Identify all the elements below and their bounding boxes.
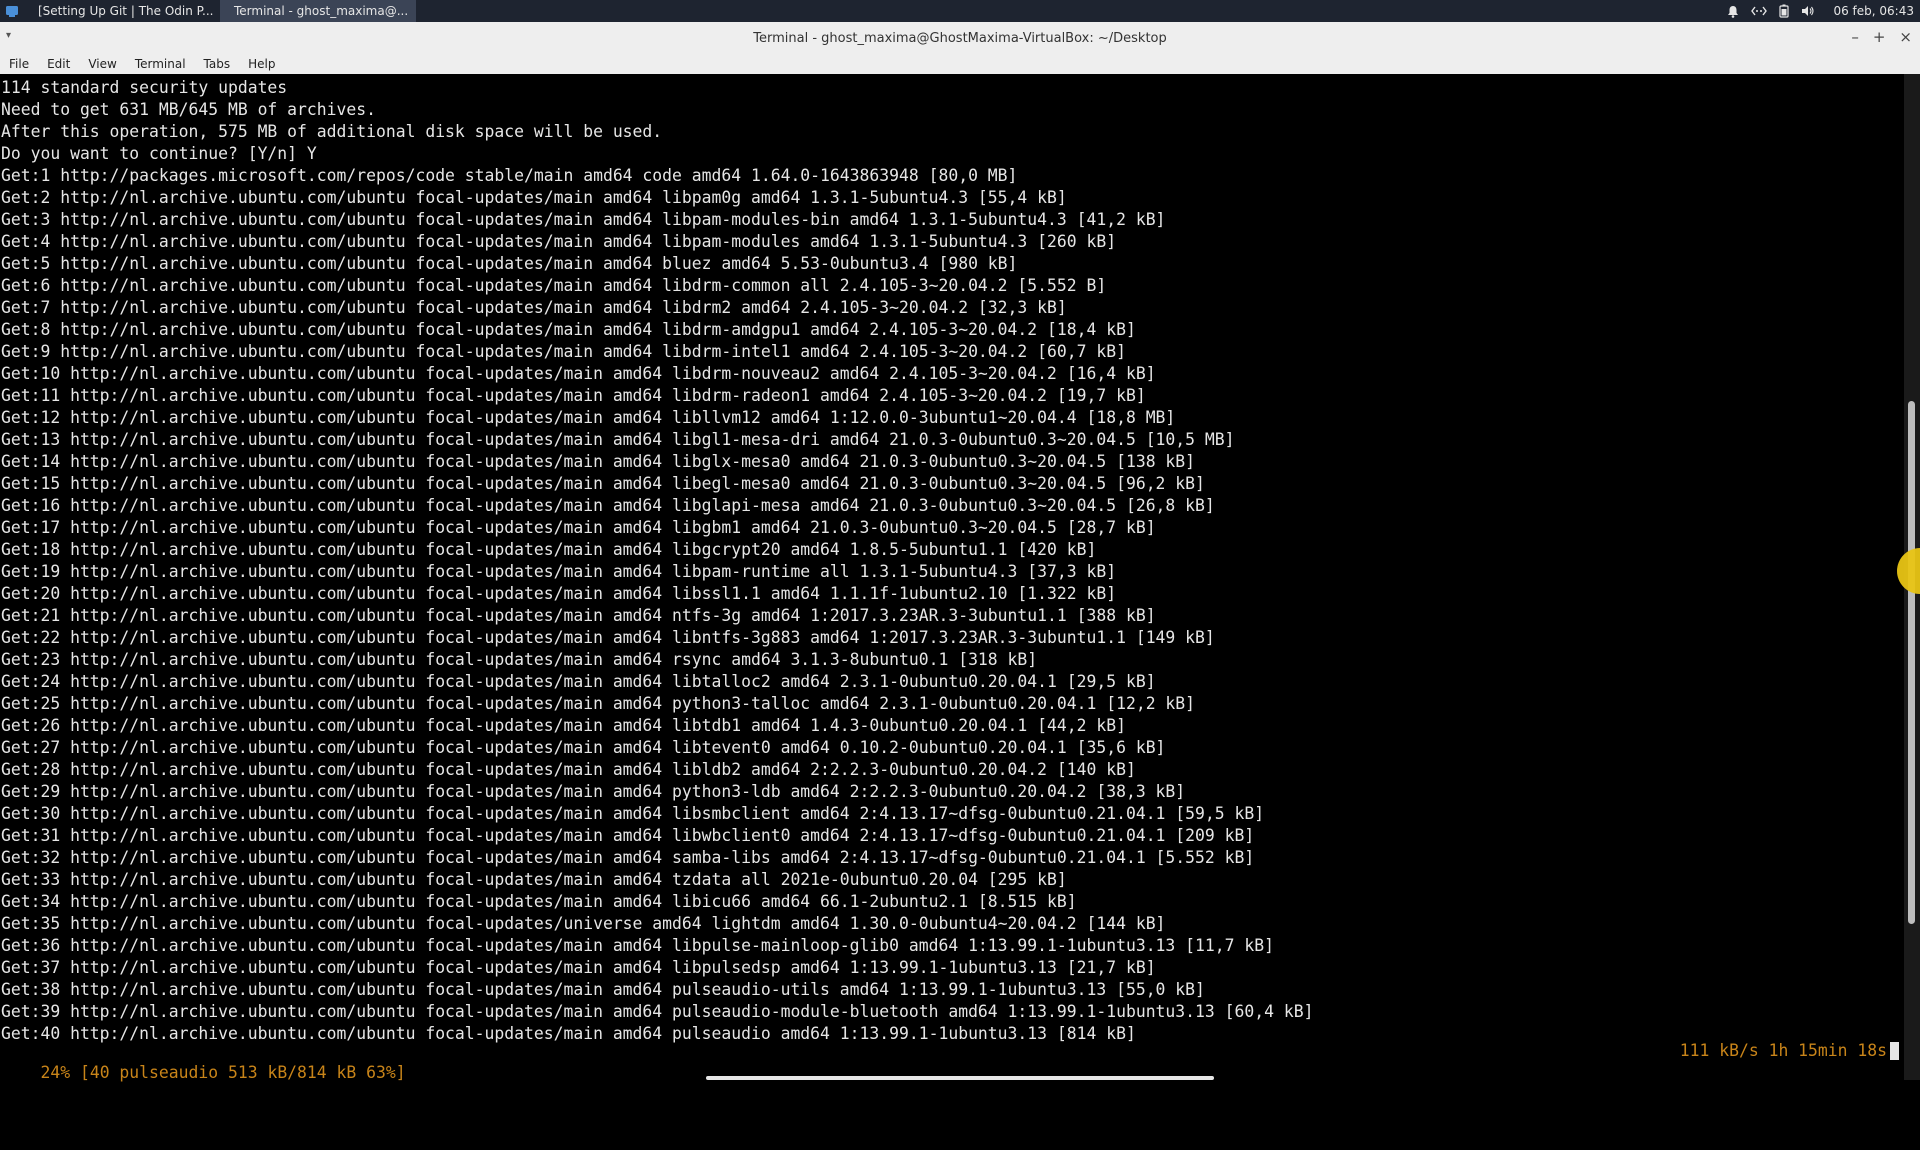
taskbar-item-terminal[interactable]: Terminal - ghost_maxima@...	[220, 0, 416, 22]
volume-icon[interactable]	[1801, 5, 1815, 17]
terminal-line: Get:20 http://nl.archive.ubuntu.com/ubun…	[1, 584, 1117, 603]
terminal-line: Get:28 http://nl.archive.ubuntu.com/ubun…	[1, 760, 1136, 779]
menu-view[interactable]: View	[79, 57, 125, 71]
terminal-line: Get:6 http://nl.archive.ubuntu.com/ubunt…	[1, 276, 1107, 295]
terminal-line: Get:36 http://nl.archive.ubuntu.com/ubun…	[1, 936, 1274, 955]
terminal-line: Get:10 http://nl.archive.ubuntu.com/ubun…	[1, 364, 1156, 383]
window-controls: – + ×	[1851, 28, 1912, 46]
menu-tabs[interactable]: Tabs	[195, 57, 240, 71]
taskbar-item-label: Terminal - ghost_maxima@...	[234, 4, 409, 18]
terminal-line: Get:19 http://nl.archive.ubuntu.com/ubun…	[1, 562, 1117, 581]
terminal-line: Get:1 http://packages.microsoft.com/repo…	[1, 166, 1018, 185]
terminal-output-area[interactable]: 114 standard security updates Need to get…	[0, 74, 1904, 1082]
terminal-line: Get:37 http://nl.archive.ubuntu.com/ubun…	[1, 958, 1156, 977]
terminal-line: Get:21 http://nl.archive.ubuntu.com/ubun…	[1, 606, 1156, 625]
menu-terminal[interactable]: Terminal	[126, 57, 195, 71]
menu-edit[interactable]: Edit	[38, 57, 79, 71]
window-menu-icon[interactable]: ▾	[6, 30, 11, 41]
taskbar-item-label: [Setting Up Git | The Odin P...	[38, 4, 214, 18]
top-panel: [Setting Up Git | The Odin P... Terminal…	[0, 0, 1920, 22]
menu-help[interactable]: Help	[239, 57, 284, 71]
terminal-line: Get:23 http://nl.archive.ubuntu.com/ubun…	[1, 650, 1038, 669]
terminal-line: Get:11 http://nl.archive.ubuntu.com/ubun…	[1, 386, 1146, 405]
terminal-line: Get:12 http://nl.archive.ubuntu.com/ubun…	[1, 408, 1176, 427]
panel-clock[interactable]: 06 feb, 06:43	[1833, 4, 1914, 18]
minimize-icon[interactable]: –	[1851, 28, 1859, 46]
terminal-line: Get:29 http://nl.archive.ubuntu.com/ubun…	[1, 782, 1186, 801]
terminal-line: Get:17 http://nl.archive.ubuntu.com/ubun…	[1, 518, 1156, 537]
terminal-line: Get:27 http://nl.archive.ubuntu.com/ubun…	[1, 738, 1166, 757]
menu-file[interactable]: File	[0, 57, 38, 71]
window-titlebar[interactable]: ▾ Terminal - ghost_maxima@GhostMaxima-Vi…	[0, 22, 1920, 54]
terminal-line: Get:33 http://nl.archive.ubuntu.com/ubun…	[1, 870, 1067, 889]
terminal-line: Get:25 http://nl.archive.ubuntu.com/ubun…	[1, 694, 1196, 713]
maximize-icon[interactable]: +	[1873, 28, 1886, 46]
terminal-line: Get:38 http://nl.archive.ubuntu.com/ubun…	[1, 980, 1205, 999]
taskbar-item-browser[interactable]: [Setting Up Git | The Odin P...	[24, 0, 220, 22]
terminal-line: Need to get 631 MB/645 MB of archives.	[1, 100, 376, 119]
terminal-line: Do you want to continue? [Y/n] Y	[1, 144, 317, 163]
terminal-lines: 114 standard security updates Need to get…	[1, 77, 1313, 1045]
terminal-line: Get:18 http://nl.archive.ubuntu.com/ubun…	[1, 540, 1097, 559]
download-speed-eta: 111 kB/s 1h 15min 18s	[1679, 1041, 1887, 1060]
app-menu-button[interactable]	[0, 0, 24, 22]
terminal-line: Get:32 http://nl.archive.ubuntu.com/ubun…	[1, 848, 1255, 867]
terminal-line: Get:9 http://nl.archive.ubuntu.com/ubunt…	[1, 342, 1126, 361]
terminal-line: Get:31 http://nl.archive.ubuntu.com/ubun…	[1, 826, 1255, 845]
terminal-line: Get:13 http://nl.archive.ubuntu.com/ubun…	[1, 430, 1235, 449]
terminal-line: Get:15 http://nl.archive.ubuntu.com/ubun…	[1, 474, 1205, 493]
download-progress-line: 24% [40 pulseaudio 513 kB/814 kB 63%] 11…	[1, 1040, 1901, 1082]
terminal-line: 114 standard security updates	[1, 78, 288, 97]
terminal-line: Get:39 http://nl.archive.ubuntu.com/ubun…	[1, 1002, 1314, 1021]
battery-icon[interactable]	[1779, 4, 1790, 18]
terminal-line: Get:22 http://nl.archive.ubuntu.com/ubun…	[1, 628, 1215, 647]
terminal-line: Get:14 http://nl.archive.ubuntu.com/ubun…	[1, 452, 1196, 471]
terminal-line: Get:35 http://nl.archive.ubuntu.com/ubun…	[1, 914, 1166, 933]
terminal-line: Get:5 http://nl.archive.ubuntu.com/ubunt…	[1, 254, 1018, 273]
terminal-cursor	[1890, 1042, 1899, 1060]
terminal-line: Get:8 http://nl.archive.ubuntu.com/ubunt…	[1, 320, 1136, 339]
terminal-line: Get:24 http://nl.archive.ubuntu.com/ubun…	[1, 672, 1156, 691]
close-icon[interactable]: ×	[1899, 28, 1912, 46]
terminal-line: Get:16 http://nl.archive.ubuntu.com/ubun…	[1, 496, 1215, 515]
menubar: File Edit View Terminal Tabs Help	[0, 54, 1920, 74]
terminal-line: Get:3 http://nl.archive.ubuntu.com/ubunt…	[1, 210, 1166, 229]
system-tray: 06 feb, 06:43	[1727, 0, 1920, 22]
download-progress-text: 24% [40 pulseaudio 513 kB/814 kB 63%]	[40, 1063, 406, 1082]
terminal-line: Get:7 http://nl.archive.ubuntu.com/ubunt…	[1, 298, 1067, 317]
terminal-line: Get:26 http://nl.archive.ubuntu.com/ubun…	[1, 716, 1126, 735]
app-menu-icon	[6, 6, 18, 17]
terminal-line: Get:30 http://nl.archive.ubuntu.com/ubun…	[1, 804, 1265, 823]
terminal-line: Get:2 http://nl.archive.ubuntu.com/ubunt…	[1, 188, 1067, 207]
window-title: Terminal - ghost_maxima@GhostMaxima-Virt…	[753, 30, 1167, 46]
terminal-line: Get:34 http://nl.archive.ubuntu.com/ubun…	[1, 892, 1077, 911]
bottom-edge-indicator	[706, 1076, 1214, 1080]
scrollbar-thumb[interactable]	[1908, 401, 1915, 924]
notification-bell-icon[interactable]	[1727, 5, 1739, 18]
network-icon[interactable]	[1751, 5, 1768, 17]
terminal-line: After this operation, 575 MB of addition…	[1, 122, 663, 141]
terminal-line: Get:4 http://nl.archive.ubuntu.com/ubunt…	[1, 232, 1117, 251]
